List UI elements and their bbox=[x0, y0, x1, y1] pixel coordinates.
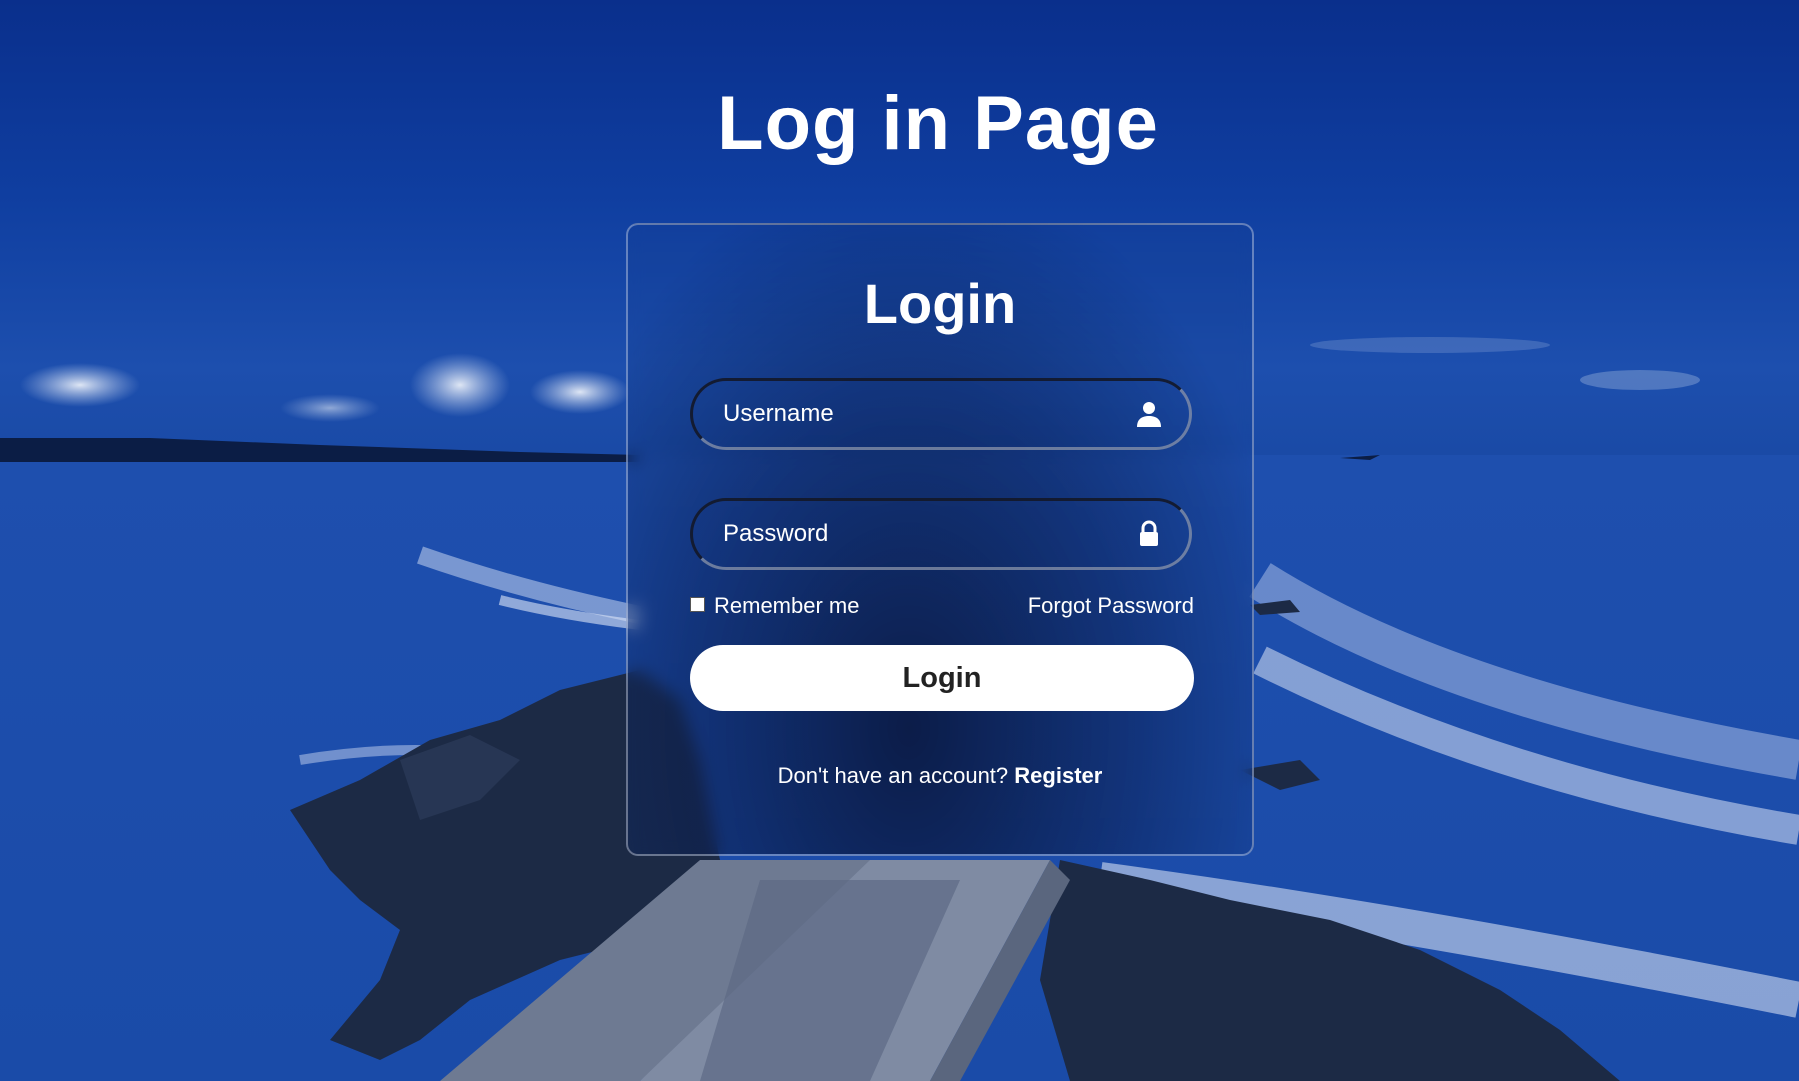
user-icon bbox=[1137, 402, 1161, 427]
page-title: Log in Page bbox=[717, 81, 1159, 166]
password-field[interactable] bbox=[690, 498, 1192, 570]
remember-me-checkbox[interactable]: Remember me bbox=[690, 593, 859, 619]
lock-icon bbox=[1140, 520, 1158, 546]
login-options: Remember me Forgot Password bbox=[690, 593, 1194, 623]
register-prompt-text: Don't have an account? bbox=[777, 763, 1009, 788]
login-card: Login Remember me Forgot Password Login … bbox=[626, 223, 1254, 856]
register-link[interactable]: Register bbox=[1014, 763, 1102, 788]
checkbox-box[interactable] bbox=[690, 596, 705, 612]
remember-me-label: Remember me bbox=[714, 593, 860, 618]
username-input[interactable] bbox=[723, 381, 1123, 447]
username-field[interactable] bbox=[690, 378, 1192, 450]
forgot-password-link[interactable]: Forgot Password bbox=[1028, 593, 1194, 619]
password-input[interactable] bbox=[723, 501, 1123, 567]
login-button[interactable]: Login bbox=[690, 645, 1194, 711]
register-prompt: Don't have an account? Register bbox=[628, 763, 1252, 789]
login-card-title: Login bbox=[863, 272, 1017, 335]
